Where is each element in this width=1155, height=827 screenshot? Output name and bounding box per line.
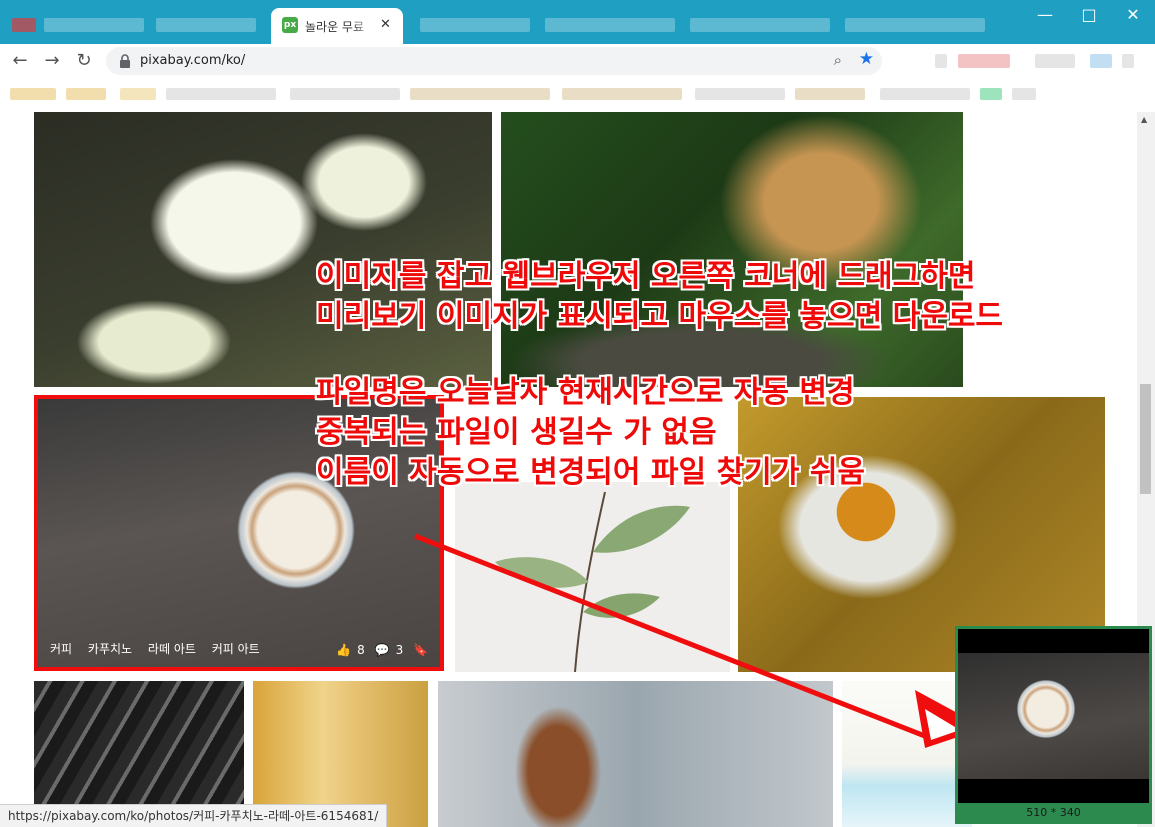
- active-tab[interactable]: px 놀라운 무료 ✕: [271, 8, 403, 44]
- blurred-bookmark[interactable]: [695, 88, 785, 100]
- tag-list: 커피 카푸치노 라떼 아트 커피 아트: [50, 640, 272, 657]
- bookmark-star-icon[interactable]: ★: [859, 49, 874, 69]
- reload-icon[interactable]: ↻: [71, 48, 97, 74]
- blurred-tab[interactable]: [690, 18, 830, 32]
- leaf-drawing: [495, 491, 690, 672]
- minimize-button[interactable]: —: [1023, 0, 1067, 30]
- woman-photo[interactable]: [438, 681, 833, 827]
- close-icon[interactable]: ✕: [380, 17, 391, 32]
- annotation-line: 이름이 자동으로 변경되어 파일 찾기가 쉬움: [316, 455, 866, 490]
- tag-link[interactable]: 카푸치노: [88, 642, 132, 656]
- lily-photo[interactable]: [34, 112, 492, 387]
- address-bar[interactable]: pixabay.com/ko/ ⌕ ★: [106, 47, 882, 75]
- annotation-line: 미리보기 이미지가 표시되고 마우스를 놓으면 다운로드: [316, 299, 1004, 334]
- browser-toolbar: ← → ↻ pixabay.com/ko/ ⌕ ★: [0, 44, 1155, 78]
- blurred-bookmark[interactable]: [290, 88, 400, 100]
- preview-dimensions: 510 * 340: [1026, 806, 1081, 819]
- blurred-bookmark[interactable]: [166, 88, 276, 100]
- lock-icon: [120, 54, 130, 68]
- blurred-bookmark[interactable]: [880, 88, 970, 100]
- window-close-button[interactable]: ✕: [1111, 0, 1155, 30]
- url-text[interactable]: pixabay.com/ko/: [140, 53, 245, 68]
- maximize-button[interactable]: □: [1067, 0, 1111, 30]
- blurred-bookmark[interactable]: [10, 88, 56, 100]
- blurred-bookmark[interactable]: [980, 88, 1002, 100]
- status-url: https://pixabay.com/ko/photos/커피-카푸치노-라떼…: [0, 804, 388, 827]
- annotation-line: 파일명은 오늘날자 현재시간으로 자동 변경: [316, 375, 855, 410]
- tab-strip: px 놀라운 무료 ✕ — □ ✕: [0, 0, 1155, 44]
- tab-fade: [351, 14, 377, 38]
- back-arrow-icon[interactable]: ←: [7, 48, 33, 74]
- preview-image: [958, 653, 1149, 779]
- blurred-extension[interactable]: [1122, 54, 1134, 68]
- blurred-bookmark[interactable]: [410, 88, 550, 100]
- blurred-tab[interactable]: [420, 18, 530, 32]
- annotation-line: 중복되는 파일이 생길수 가 없음: [316, 415, 717, 450]
- pixabay-icon: px: [282, 17, 298, 33]
- comment-icon[interactable]: 💬: [375, 643, 390, 657]
- blurred-tab[interactable]: [845, 18, 985, 32]
- drag-preview: 510 * 340: [955, 626, 1152, 824]
- scroll-thumb[interactable]: [1140, 384, 1151, 494]
- blurred-extension[interactable]: [958, 54, 1010, 68]
- blurred-bookmark[interactable]: [120, 88, 156, 100]
- forward-arrow-icon[interactable]: →: [39, 48, 65, 74]
- scroll-up-arrow-icon[interactable]: ▲: [1141, 115, 1147, 124]
- blurred-tab[interactable]: [156, 18, 256, 32]
- blurred-bookmark[interactable]: [66, 88, 106, 100]
- bookmarks-bar: [0, 78, 1155, 113]
- leopard-photo[interactable]: [501, 112, 963, 387]
- bookmark-icon[interactable]: 🔖: [413, 643, 428, 657]
- annotation-line: 이미지를 잡고 웹브라우저 오른쪽 코너에 드래그하면: [316, 259, 976, 294]
- leaf-illustration[interactable]: [455, 482, 730, 672]
- like-count: 8: [357, 643, 365, 657]
- comment-count: 3: [395, 643, 404, 657]
- photo-stats: 👍 8 💬 3 🔖: [330, 643, 428, 657]
- blurred-bookmark[interactable]: [795, 88, 865, 100]
- tag-link[interactable]: 라떼 아트: [148, 642, 196, 656]
- window-controls: — □ ✕: [1023, 0, 1155, 30]
- blurred-tab[interactable]: [44, 18, 144, 32]
- cartoon-illustration[interactable]: [842, 681, 972, 827]
- blurred-extension[interactable]: [1090, 54, 1112, 68]
- like-icon[interactable]: 👍: [336, 643, 351, 657]
- blurred-bookmark[interactable]: [562, 88, 682, 100]
- tag-link[interactable]: 커피 아트: [212, 642, 260, 656]
- blurred-extension[interactable]: [935, 54, 947, 68]
- preview-frame: [958, 629, 1149, 803]
- blurred-tab[interactable]: [12, 18, 36, 32]
- zoom-icon[interactable]: ⌕: [834, 51, 842, 69]
- blurred-bookmark[interactable]: [1012, 88, 1036, 100]
- tag-link[interactable]: 커피: [50, 642, 72, 656]
- blurred-extension[interactable]: [1035, 54, 1075, 68]
- blurred-tab[interactable]: [545, 18, 675, 32]
